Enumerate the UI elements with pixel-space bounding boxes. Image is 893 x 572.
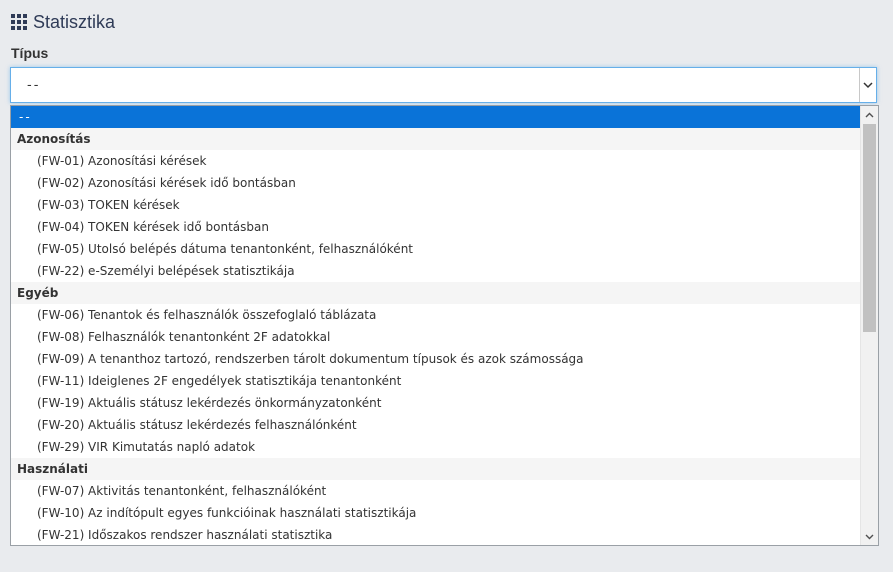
option-fw-11[interactable]: (FW-11) Ideiglenes 2F engedélyek statisz…: [11, 370, 862, 392]
scrollbar-thumb[interactable]: [863, 124, 876, 332]
grid-icon: [11, 14, 27, 30]
option-fw-08[interactable]: (FW-08) Felhasználók tenantonként 2F ada…: [11, 326, 862, 348]
option-fw-03[interactable]: (FW-03) TOKEN kérések: [11, 194, 862, 216]
optgroup-azonositas: Azonosítás: [11, 128, 862, 150]
chevron-down-icon[interactable]: [859, 68, 876, 102]
page-title: Statisztika: [33, 11, 116, 32]
option-empty[interactable]: --: [11, 106, 862, 128]
type-select-value: --: [27, 77, 41, 93]
options-list: -- Azonosítás (FW-01) Azonosítási kérése…: [11, 106, 862, 545]
type-select[interactable]: --: [10, 67, 877, 103]
option-fw-07[interactable]: (FW-07) Aktivitás tenantonként, felhaszn…: [11, 480, 862, 502]
scroll-down-icon[interactable]: [861, 528, 878, 545]
option-fw-04[interactable]: (FW-04) TOKEN kérések idő bontásban: [11, 216, 862, 238]
option-fw-06[interactable]: (FW-06) Tenantok és felhasználók összefo…: [11, 304, 862, 326]
option-fw-02[interactable]: (FW-02) Azonosítási kérések idő bontásba…: [11, 172, 862, 194]
option-fw-29[interactable]: (FW-29) VIR Kimutatás napló adatok: [11, 436, 862, 458]
optgroup-hasznalati: Használati: [11, 458, 862, 480]
option-fw-19[interactable]: (FW-19) Aktuális státusz lekérdezés önko…: [11, 392, 862, 414]
option-fw-22[interactable]: (FW-22) e-Személyi belépések statisztiká…: [11, 260, 862, 282]
page-header: Statisztika: [11, 10, 115, 34]
type-options-listbox[interactable]: -- Azonosítás (FW-01) Azonosítási kérése…: [10, 105, 879, 546]
option-fw-01[interactable]: (FW-01) Azonosítási kérések: [11, 150, 862, 172]
option-fw-05[interactable]: (FW-05) Utolsó belépés dátuma tenantonké…: [11, 238, 862, 260]
optgroup-egyeb: Egyéb: [11, 282, 862, 304]
listbox-scrollbar[interactable]: [860, 106, 878, 545]
scroll-up-icon[interactable]: [861, 106, 878, 123]
option-fw-09[interactable]: (FW-09) A tenanthoz tartozó, rendszerben…: [11, 348, 862, 370]
option-fw-21[interactable]: (FW-21) Időszakos rendszer használati st…: [11, 524, 862, 545]
option-fw-10[interactable]: (FW-10) Az indítópult egyes funkcióinak …: [11, 502, 862, 524]
option-fw-20[interactable]: (FW-20) Aktuális státusz lekérdezés felh…: [11, 414, 862, 436]
type-label: Típus: [11, 45, 49, 61]
